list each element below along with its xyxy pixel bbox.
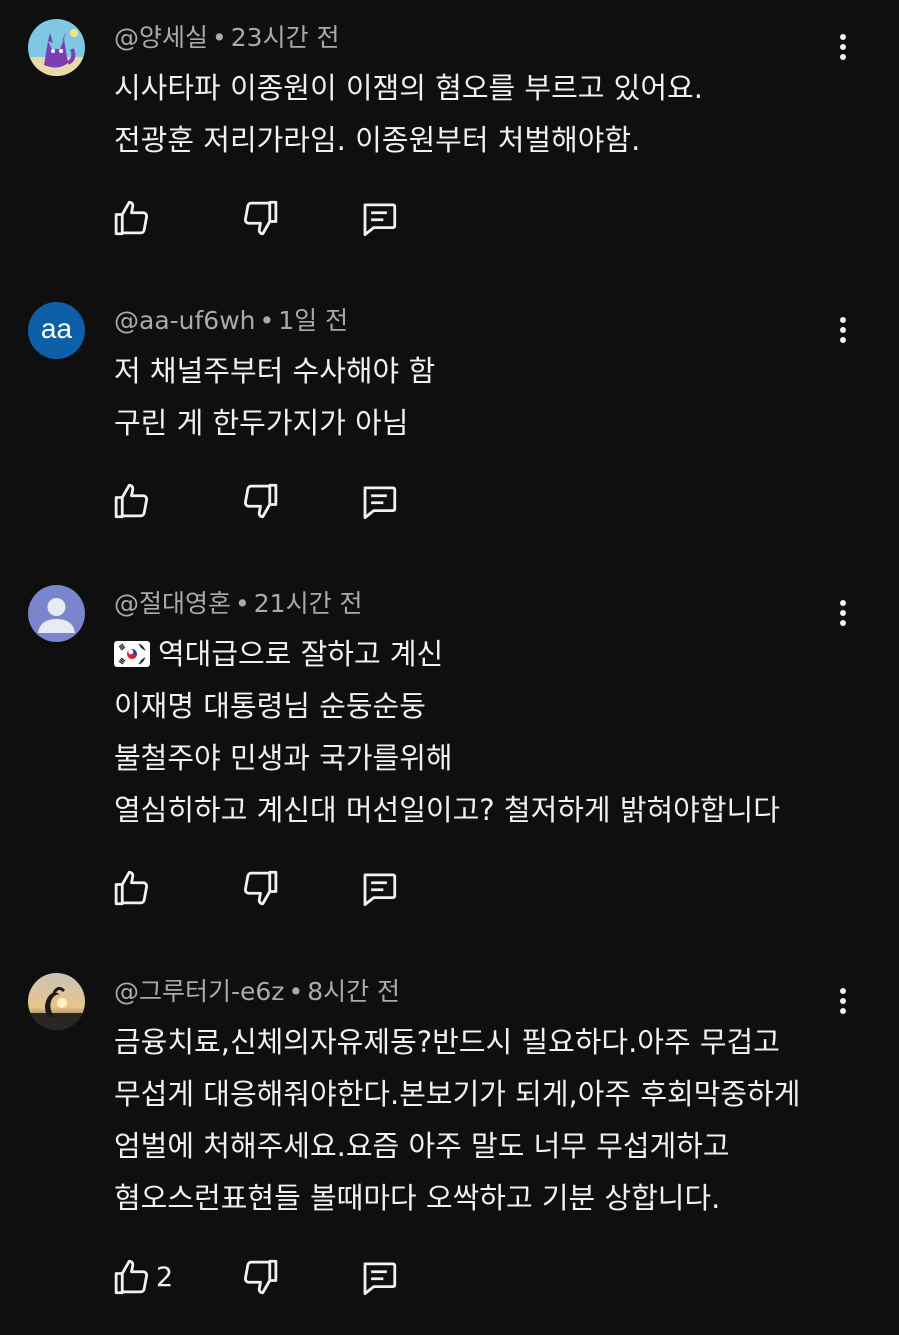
comment-line: 저 채널주부터 수사해야 함 [114, 354, 436, 388]
more-vert-icon[interactable] [826, 313, 860, 347]
comment-line: 전광훈 저리가라임. 이종원부터 처벌해야함. [114, 123, 641, 157]
timestamp: 21시간 전 [253, 589, 363, 618]
fox-cat-avatar-icon [28, 19, 85, 76]
author-name[interactable]: @절대영혼 [114, 589, 231, 618]
comment-line: 불철주야 민생과 국가를위해 [114, 741, 453, 775]
sunset-sculpture-avatar-icon [28, 973, 85, 1030]
more-vert-icon[interactable] [826, 984, 860, 1018]
timestamp: 8시간 전 [307, 977, 401, 1006]
avatar-initials: aa [40, 313, 73, 344]
like-button[interactable] [110, 196, 156, 240]
comment-text: 시사타파 이종원이 이잼의 혐오를 부르고 있어요. 전광훈 저리가라임. 이종… [114, 62, 854, 166]
comment-line: 역대급으로 잘하고 계신 [114, 628, 854, 680]
author-name[interactable]: @aa-uf6wh [114, 306, 256, 335]
comment-line: 구린 게 한두가지가 아님 [114, 406, 409, 440]
thumbs-up-icon [114, 200, 149, 236]
comment-meta: @양세실 • 23시간 전 [114, 22, 340, 54]
dislike-button[interactable] [240, 866, 282, 910]
comment-line: 혐오스런표현들 볼때마다 오싹하고 기분 상합니다. [114, 1181, 721, 1215]
comment-line: 열심히하고 계신대 머선일이고? 철저하게 밝혀야합니다 [114, 793, 780, 827]
avatar[interactable] [28, 19, 85, 76]
more-vert-icon[interactable] [826, 596, 860, 630]
comment-actions [110, 196, 510, 240]
thumbs-up-icon [114, 483, 149, 519]
timestamp: 1일 전 [278, 306, 349, 335]
comment-text: 역대급으로 잘하고 계신 이재명 대통령님 순둥순둥 불철주야 민생과 국가를위… [114, 628, 854, 836]
comment-actions: 2 [110, 1255, 510, 1299]
comment-line: 이재명 대통령님 순둥순둥 [114, 689, 426, 723]
reply-button[interactable] [358, 866, 400, 910]
thumbs-up-icon [114, 870, 149, 906]
comment-meta: @그루터기-e6z • 8시간 전 [114, 976, 400, 1008]
default-person-avatar-icon [38, 598, 75, 633]
reply-button[interactable] [358, 196, 400, 240]
avatar[interactable] [28, 585, 85, 642]
comment-actions [110, 866, 510, 910]
thumbs-down-icon [243, 200, 278, 236]
reply-comment-icon [363, 486, 397, 520]
author-name[interactable]: @양세실 [114, 23, 208, 52]
like-button[interactable] [110, 479, 156, 523]
avatar[interactable]: aa [28, 302, 85, 359]
author-name[interactable]: @그루터기-e6z [114, 977, 284, 1006]
thumbs-down-icon [243, 1259, 278, 1295]
comment-meta: @절대영혼 • 21시간 전 [114, 588, 363, 620]
reply-comment-icon [363, 1262, 397, 1296]
comment-line-text: 역대급으로 잘하고 계신 [158, 637, 444, 671]
dislike-button[interactable] [240, 196, 282, 240]
like-count: 2 [156, 1261, 174, 1293]
comment-text: 저 채널주부터 수사해야 함 구린 게 한두가지가 아님 [114, 345, 854, 449]
thumbs-down-icon [243, 870, 278, 906]
comment-text: 금융치료,신체의자유제동?반드시 필요하다.아주 무겁고 무섭게 대응해줘야한다… [114, 1016, 854, 1224]
comment-line: 시사타파 이종원이 이잼의 혐오를 부르고 있어요. [114, 71, 703, 105]
separator-dot: • [288, 977, 304, 1006]
reply-button[interactable] [358, 1255, 400, 1299]
comment-line: 엄벌에 처해주세요.요즘 아주 말도 너무 무섭게하고 [114, 1129, 730, 1163]
thumbs-down-icon [243, 483, 278, 519]
thumbs-up-icon [114, 1259, 149, 1295]
comment-line: 무섭게 대응해줘야한다.본보기가 되게,아주 후회막중하게 [114, 1077, 801, 1111]
like-button[interactable] [110, 866, 156, 910]
like-button[interactable]: 2 [110, 1255, 173, 1299]
avatar[interactable] [28, 973, 85, 1030]
dislike-button[interactable] [240, 1255, 282, 1299]
comment-meta: @aa-uf6wh • 1일 전 [114, 305, 348, 337]
timestamp: 23시간 전 [230, 23, 340, 52]
more-vert-icon[interactable] [826, 30, 860, 64]
separator-dot: • [259, 306, 275, 335]
south-korea-flag-icon [114, 641, 150, 667]
reply-button[interactable] [358, 479, 400, 523]
separator-dot: • [235, 589, 250, 618]
dislike-button[interactable] [240, 479, 282, 523]
separator-dot: • [212, 23, 227, 52]
comment-line: 금융치료,신체의자유제동?반드시 필요하다.아주 무겁고 [114, 1025, 780, 1059]
comment-actions [110, 479, 510, 523]
reply-comment-icon [363, 873, 397, 907]
reply-comment-icon [363, 203, 397, 237]
